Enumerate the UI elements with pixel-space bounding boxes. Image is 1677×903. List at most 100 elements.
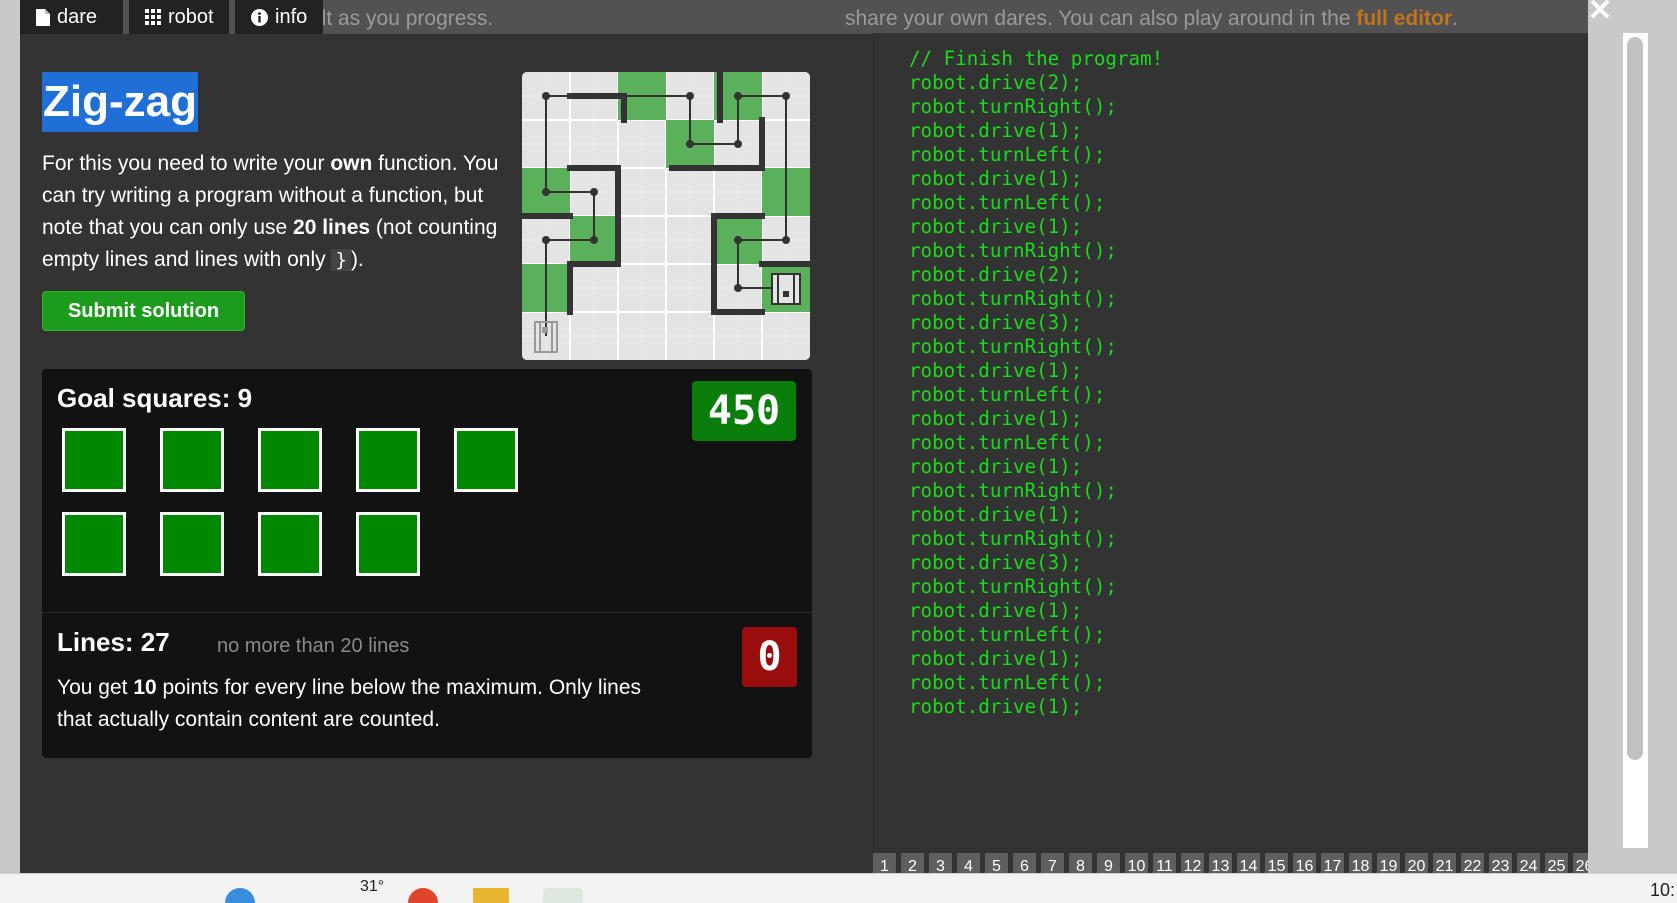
code-line[interactable]: robot.drive(1);	[909, 647, 1163, 671]
line-number-button[interactable]: 19	[1377, 853, 1400, 873]
modal-tabs: dare robot info	[20, 0, 323, 34]
scrollbar-thumb[interactable]	[1627, 37, 1643, 760]
goal-square	[356, 512, 420, 576]
tab-info[interactable]: info	[235, 0, 323, 34]
tab-dare[interactable]: dare	[20, 0, 123, 34]
robot-grid-preview	[522, 72, 810, 360]
code-line[interactable]: robot.drive(1);	[909, 503, 1163, 527]
code-line[interactable]: robot.drive(1);	[909, 215, 1163, 239]
line-number-button[interactable]: 24	[1517, 853, 1540, 873]
line-number-button[interactable]: 14	[1237, 853, 1260, 873]
code-line[interactable]: // Finish the program!	[909, 47, 1163, 71]
editor-scrollbar[interactable]	[1623, 33, 1648, 848]
line-number-button[interactable]: 13	[1209, 853, 1232, 873]
line-number-button[interactable]: 3	[929, 853, 952, 873]
line-number-button[interactable]: 11	[1153, 853, 1176, 873]
code-line[interactable]: robot.turnRight();	[909, 95, 1163, 119]
goal-square	[258, 428, 322, 492]
line-number-button[interactable]: 8	[1069, 853, 1092, 873]
tab-robot[interactable]: robot	[129, 0, 229, 34]
code-line[interactable]: robot.turnRight();	[909, 479, 1163, 503]
line-number-button[interactable]: 17	[1321, 853, 1344, 873]
background-text-right: share your own dares. You can also play …	[845, 7, 1458, 30]
line-number-button[interactable]: 5	[985, 853, 1008, 873]
goal-square	[454, 428, 518, 492]
grid-icon	[145, 9, 161, 25]
code-line[interactable]: robot.turnLeft();	[909, 143, 1163, 167]
goal-square	[356, 428, 420, 492]
line-number-bar: 1 2 3 4 5 6 7 8 9 10 11 12 13 14 15 16 17 18 19 20 21 22 23 24 2…	[873, 853, 1588, 873]
goal-square	[160, 512, 224, 576]
code-line[interactable]: robot.turnRight();	[909, 527, 1163, 551]
tab-robot-label: robot	[168, 5, 214, 28]
inline-code: }	[331, 249, 351, 271]
submit-solution-button[interactable]: Submit solution	[42, 291, 245, 331]
line-number-button[interactable]: 23	[1489, 853, 1512, 873]
taskbar-clock: 10:	[1650, 880, 1676, 900]
line-number-button[interactable]: 4	[957, 853, 980, 873]
line-number-button[interactable]: 22	[1461, 853, 1484, 873]
document-icon	[36, 8, 50, 26]
background-text-left: ult as you progress.	[310, 7, 494, 30]
line-number-button[interactable]: 20	[1405, 853, 1428, 873]
file-explorer-icon[interactable]	[473, 888, 509, 903]
code-line[interactable]: robot.turnRight();	[909, 575, 1163, 599]
code-line[interactable]: robot.drive(1);	[909, 407, 1163, 431]
code-line[interactable]: robot.drive(3);	[909, 311, 1163, 335]
code-line[interactable]: robot.drive(1);	[909, 695, 1163, 719]
code-line[interactable]: robot.drive(2);	[909, 71, 1163, 95]
line-number-button[interactable]: 15	[1265, 853, 1288, 873]
line-number-button[interactable]: 9	[1097, 853, 1120, 873]
code-line[interactable]: robot.turnLeft();	[909, 671, 1163, 695]
close-icon[interactable]: ✕	[1583, 0, 1617, 26]
code-line[interactable]: robot.drive(1);	[909, 119, 1163, 143]
tab-dare-label: dare	[57, 5, 98, 28]
line-number-button[interactable]: 18	[1349, 853, 1372, 873]
line-number-button[interactable]: 2	[901, 853, 924, 873]
line-number-button[interactable]: 6	[1013, 853, 1036, 873]
code-line[interactable]: robot.turnRight();	[909, 335, 1163, 359]
code-text[interactable]: // Finish the program! robot.drive(2); rob…	[909, 47, 1163, 719]
code-line[interactable]: robot.drive(1);	[909, 599, 1163, 623]
line-number-button[interactable]: 21	[1433, 853, 1456, 873]
lines-hint: no more than 20 lines	[217, 635, 410, 657]
code-line[interactable]: robot.turnRight();	[909, 239, 1163, 263]
score-panel: Goal squares: 9 450 Lines: 27 no more th…	[42, 369, 812, 758]
goal-square	[62, 512, 126, 576]
code-line[interactable]: robot.turnLeft();	[909, 383, 1163, 407]
lines-score-badge: 0	[742, 627, 797, 687]
code-line[interactable]: robot.drive(3);	[909, 551, 1163, 575]
code-line[interactable]: robot.turnRight();	[909, 287, 1163, 311]
code-line[interactable]: robot.turnLeft();	[909, 431, 1163, 455]
line-number-button[interactable]: 16	[1293, 853, 1316, 873]
chrome-browser-icon[interactable]	[408, 888, 438, 903]
goal-squares-title: Goal squares: 9	[57, 383, 253, 413]
line-number-button[interactable]: 26	[1573, 853, 1588, 873]
app-icon[interactable]	[543, 888, 583, 903]
code-line[interactable]: robot.drive(1);	[909, 359, 1163, 383]
robot-grid	[522, 72, 810, 360]
lines-description: You get 10 points for every line below t…	[57, 676, 642, 731]
code-editor[interactable]: // Finish the program! robot.drive(2); rob…	[873, 33, 1588, 848]
code-line[interactable]: robot.drive(1);	[909, 455, 1163, 479]
goal-square	[62, 428, 126, 492]
line-number-button[interactable]: 10	[1125, 853, 1148, 873]
code-line[interactable]: robot.drive(1);	[909, 167, 1163, 191]
info-icon	[251, 8, 268, 26]
code-line[interactable]: robot.turnLeft();	[909, 623, 1163, 647]
lines-title: Lines: 27	[57, 627, 170, 657]
full-editor-link[interactable]: full editor	[1356, 7, 1452, 30]
challenge-title: Zig-zag	[42, 72, 198, 132]
line-number-button[interactable]: 25	[1545, 853, 1568, 873]
line-number-button[interactable]: 7	[1041, 853, 1064, 873]
goal-score-badge: 450	[692, 381, 796, 441]
code-line[interactable]: robot.turnLeft();	[909, 191, 1163, 215]
weather-temperature[interactable]: 31°	[360, 878, 384, 896]
line-number-button[interactable]: 1	[873, 853, 896, 873]
robot-icon	[771, 273, 801, 305]
code-line[interactable]: robot.drive(2);	[909, 263, 1163, 287]
edge-browser-icon[interactable]	[225, 888, 255, 903]
line-number-button[interactable]: 12	[1181, 853, 1204, 873]
dare-modal: ult as you progress. share your own dare…	[20, 0, 1588, 873]
taskbar: 31° 10:	[0, 873, 1677, 903]
